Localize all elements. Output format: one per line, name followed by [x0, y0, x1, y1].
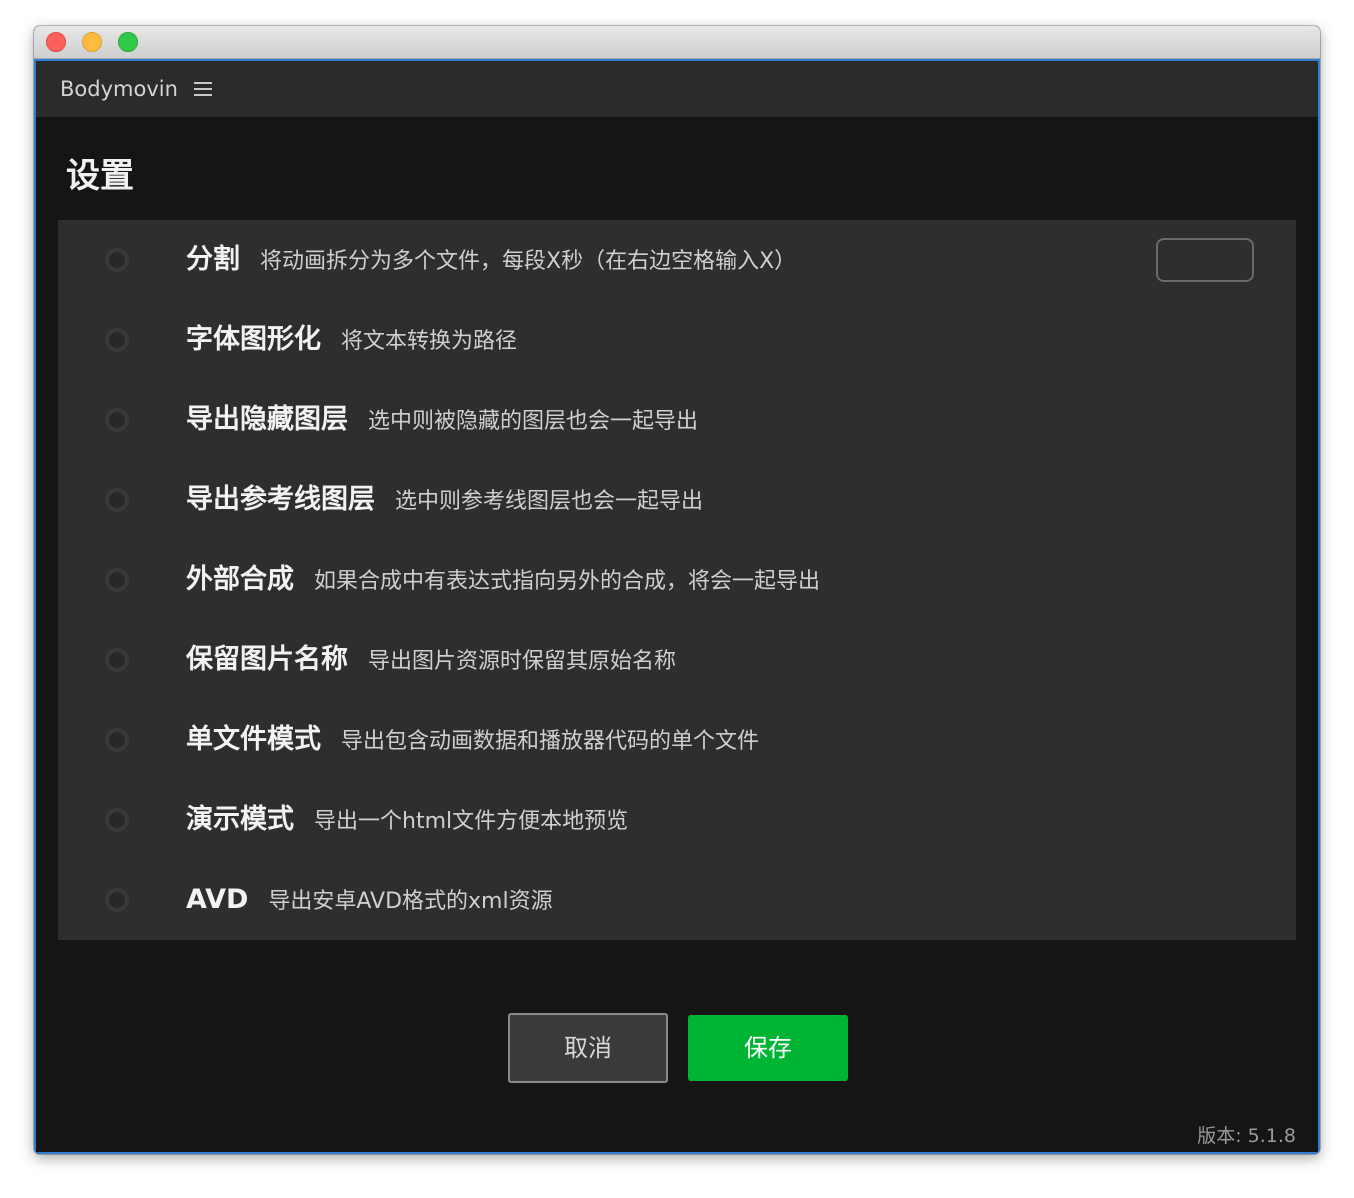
setting-row-avd[interactable]: AVD 导出安卓AVD格式的xml资源: [58, 860, 1296, 940]
split-radio[interactable]: [105, 248, 129, 272]
setting-row-guide-layers[interactable]: 导出参考线图层 选中则参考线图层也会一起导出: [58, 460, 1296, 540]
hamburger-menu-icon[interactable]: [194, 82, 212, 96]
setting-description: 将动画拆分为多个文件，每段X秒（在右边空格输入X）: [260, 249, 797, 274]
setting-description: 导出图片资源时保留其原始名称: [368, 649, 677, 674]
standalone-radio[interactable]: [105, 728, 129, 752]
setting-label: 分割: [186, 244, 240, 275]
setting-row-extra-comps[interactable]: 外部合成 如果合成中有表达式指向另外的合成，将会一起导出: [58, 540, 1296, 620]
setting-row-hidden-layers[interactable]: 导出隐藏图层 选中则被隐藏的图层也会一起导出: [58, 380, 1296, 460]
hidden-layers-radio[interactable]: [105, 408, 129, 432]
guide-layers-radio[interactable]: [105, 488, 129, 512]
setting-label: 保留图片名称: [186, 644, 348, 675]
app-header: Bodymovin: [36, 61, 1318, 117]
page-title: 设置: [66, 156, 134, 196]
minimize-window-button[interactable]: [82, 32, 102, 52]
setting-row-glyphs[interactable]: 字体图形化 将文本转换为路径: [58, 300, 1296, 380]
setting-text: 保留图片名称 导出图片资源时保留其原始名称: [186, 642, 676, 681]
setting-text: 字体图形化 将文本转换为路径: [186, 322, 517, 361]
setting-row-standalone[interactable]: 单文件模式 导出包含动画数据和播放器代码的单个文件: [58, 700, 1296, 780]
setting-text: 导出隐藏图层 选中则被隐藏的图层也会一起导出: [186, 402, 698, 441]
extra-comps-radio[interactable]: [105, 568, 129, 592]
setting-label: 字体图形化: [186, 324, 321, 355]
glyphs-radio[interactable]: [105, 328, 129, 352]
split-seconds-input[interactable]: [1156, 238, 1254, 282]
setting-description: 如果合成中有表达式指向另外的合成，将会一起导出: [314, 569, 821, 594]
setting-label: 单文件模式: [186, 724, 321, 755]
setting-label: 导出参考线图层: [186, 484, 375, 515]
avd-radio[interactable]: [105, 888, 129, 912]
setting-row-demo[interactable]: 演示模式 导出一个html文件方便本地预览: [58, 780, 1296, 860]
setting-description: 选中则被隐藏的图层也会一起导出: [368, 409, 699, 434]
setting-text: 外部合成 如果合成中有表达式指向另外的合成，将会一起导出: [186, 562, 820, 601]
original-names-radio[interactable]: [105, 648, 129, 672]
setting-description: 选中则参考线图层也会一起导出: [395, 489, 704, 514]
setting-description: 导出包含动画数据和播放器代码的单个文件: [341, 729, 760, 754]
setting-label: 演示模式: [186, 804, 294, 835]
setting-row-original-names[interactable]: 保留图片名称 导出图片资源时保留其原始名称: [58, 620, 1296, 700]
setting-text: 导出参考线图层 选中则参考线图层也会一起导出: [186, 482, 703, 521]
version-label: 版本: 5.1.8: [1197, 1125, 1296, 1147]
setting-text: 单文件模式 导出包含动画数据和播放器代码的单个文件: [186, 722, 759, 761]
setting-label: 外部合成: [186, 564, 294, 595]
app-window: Bodymovin 设置 分割 将动画拆分为多个文件，每段X秒（在右边空格输入X）…: [34, 26, 1320, 1154]
setting-label: 导出隐藏图层: [186, 404, 348, 435]
maximize-window-button[interactable]: [118, 32, 138, 52]
close-window-button[interactable]: [46, 32, 66, 52]
cancel-button[interactable]: 取消: [508, 1013, 668, 1083]
window-titlebar[interactable]: [34, 26, 1320, 59]
demo-radio[interactable]: [105, 808, 129, 832]
setting-text: AVD 导出安卓AVD格式的xml资源: [186, 882, 553, 921]
setting-description: 导出一个html文件方便本地预览: [314, 809, 629, 834]
app-title: Bodymovin: [60, 77, 178, 101]
setting-label: AVD: [186, 884, 249, 915]
setting-description: 将文本转换为路径: [341, 329, 518, 354]
setting-text: 演示模式 导出一个html文件方便本地预览: [186, 802, 628, 841]
save-button[interactable]: 保存: [688, 1015, 848, 1081]
settings-panel: Bodymovin 设置 分割 将动画拆分为多个文件，每段X秒（在右边空格输入X）…: [34, 59, 1320, 1154]
setting-text: 分割 将动画拆分为多个文件，每段X秒（在右边空格输入X）: [186, 242, 796, 281]
setting-row-split[interactable]: 分割 将动画拆分为多个文件，每段X秒（在右边空格输入X）: [58, 220, 1296, 300]
setting-description: 导出安卓AVD格式的xml资源: [268, 889, 553, 914]
settings-list: 分割 将动画拆分为多个文件，每段X秒（在右边空格输入X） 字体图形化 将文本转换为路…: [58, 220, 1296, 940]
